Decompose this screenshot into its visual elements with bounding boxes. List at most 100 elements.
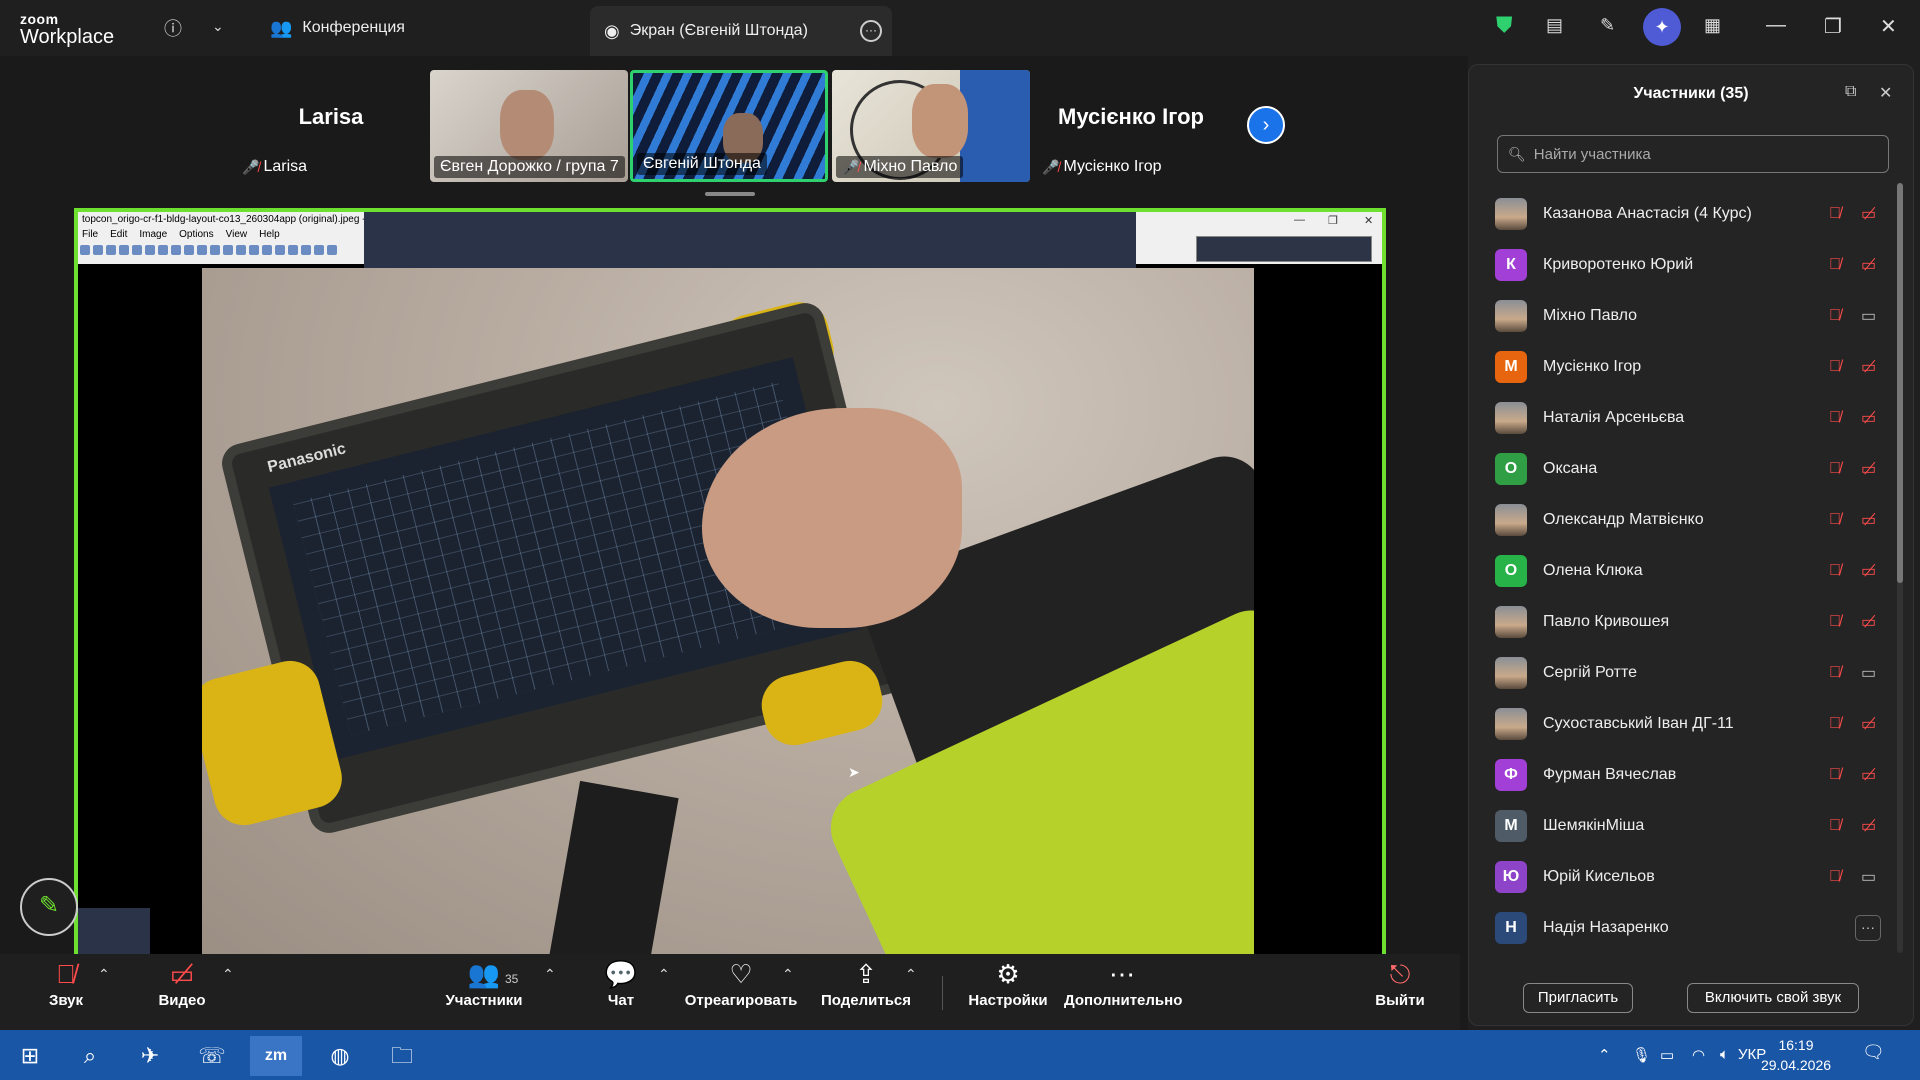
scrollbar[interactable] — [1897, 183, 1903, 953]
leave-button[interactable]: ⎋ Выйти — [1372, 954, 1428, 1030]
mic-muted-icon: 🎤̸ — [842, 159, 860, 175]
participant-name: Наталія Арсеньєва — [1543, 409, 1685, 426]
video-tile-shtonda[interactable]: Євгеній Штонда — [630, 70, 828, 182]
camera-off-icon: ▭̸ — [169, 959, 195, 989]
notes-icon[interactable]: ▤ — [1546, 15, 1563, 36]
mic-muted-icon: 🎙̸ — [1829, 460, 1841, 477]
heart-icon: ♡ — [729, 959, 753, 989]
invite-button[interactable]: Пригласить — [1523, 983, 1633, 1013]
unmute-self-button[interactable]: Включить свой звук — [1687, 983, 1859, 1013]
participant-row[interactable]: Казанова Анастасія (4 Курс) 🎙̸ ▭̸ — [1469, 189, 1901, 239]
camera-off-icon: ▭̸ — [1861, 410, 1877, 427]
participant-row[interactable]: Міхно Павло 🎙̸ ▭ — [1469, 291, 1901, 341]
search-icon[interactable]: ⌕ — [64, 1036, 116, 1076]
next-page-button[interactable]: › — [1247, 106, 1285, 144]
annotate-pen-button[interactable]: ✎ — [20, 878, 78, 936]
react-options-caret[interactable]: ⌃ — [782, 966, 794, 983]
participant-row[interactable]: Сергій Ротте 🎙̸ ▭ — [1469, 648, 1901, 698]
video-options-caret[interactable]: ⌃ — [222, 966, 234, 983]
video-button[interactable]: ▭̸ Видео — [150, 954, 214, 1030]
participant-name: Павло Кривошея — [1543, 613, 1670, 630]
info-icon[interactable]: ⓘ — [164, 15, 182, 41]
participants-button[interactable]: 👥 Участники — [440, 954, 528, 1030]
participants-options-caret[interactable]: ⌃ — [544, 966, 556, 983]
clock[interactable]: 16:19 29.04.2026 — [1752, 1035, 1840, 1075]
wifi-icon[interactable]: ◠ — [1692, 1046, 1705, 1064]
react-button[interactable]: ♡ Отреагировать — [684, 954, 798, 1030]
pencil-icon: ✎ — [38, 892, 60, 919]
mic-muted-icon: 🎙̸ — [1829, 205, 1841, 222]
viber-icon[interactable]: ☏ — [186, 1036, 238, 1076]
share-screen-icon: ⇪ — [855, 959, 877, 989]
whiteboard-pen-icon[interactable]: ✎ — [1600, 15, 1615, 36]
participant-row[interactable]: Олександр Матвієнко 🎙̸ ▭̸ — [1469, 495, 1901, 545]
camera-off-icon: ▭̸ — [1861, 818, 1877, 835]
windows-start-icon[interactable]: ⊞ — [4, 1036, 56, 1076]
participant-row[interactable]: Сухоставський Іван ДГ-11 🎙̸ ▭̸ — [1469, 699, 1901, 749]
mic-muted-icon: 🎤̸ — [242, 159, 260, 175]
more-button[interactable]: ⋯ Дополнительно — [1064, 954, 1182, 1030]
participant-name: Казанова Анастасія (4 Курс) — [1543, 205, 1752, 222]
minimize-icon[interactable]: — — [1766, 14, 1786, 37]
participant-tile-larisa[interactable]: Larisa 🎤̸ Larisa — [232, 70, 430, 182]
microphone-tray-icon[interactable]: 🎙︎ — [1632, 1046, 1651, 1064]
camera-off-icon: ▭̸ — [1861, 614, 1877, 631]
person-silhouette — [912, 84, 968, 158]
chat-icon: 💬 — [604, 959, 638, 989]
battery-icon[interactable]: ▭ — [1660, 1046, 1674, 1064]
telegram-icon[interactable]: ✈ — [124, 1036, 176, 1076]
avatar: О — [1495, 555, 1527, 587]
apps-grid-icon[interactable]: ▦ — [1704, 15, 1721, 36]
audio-options-caret[interactable]: ⌃ — [98, 966, 110, 983]
viewer-minimize-icon: — — [1294, 214, 1305, 226]
tray-expand-icon[interactable]: ⌃ — [1598, 1046, 1611, 1064]
participant-name: Сухоставський Іван ДГ-11 — [1543, 715, 1734, 732]
zoom-taskbar-icon[interactable]: zm — [250, 1036, 302, 1076]
camera-off-icon: ▭̸ — [1861, 359, 1877, 376]
audio-button[interactable]: 🎙̸ Звук — [34, 954, 98, 1030]
participant-row[interactable]: Павло Кривошея 🎙̸ ▭̸ — [1469, 597, 1901, 647]
strip-resize-handle[interactable] — [705, 192, 755, 196]
shared-screen: topcon_origo-cr-f1-bldg-layout-co13_2603… — [74, 208, 1386, 954]
participant-row[interactable]: М ШемякінМіша 🎙̸ ▭̸ — [1469, 801, 1901, 851]
self-view-thumbnail[interactable] — [78, 908, 150, 954]
chat-options-caret[interactable]: ⌃ — [658, 966, 670, 983]
participant-row[interactable]: К Криворотенко Юрий 🎙̸ ▭̸ — [1469, 240, 1901, 290]
notification-icon[interactable]: 🗨︎ — [1862, 1042, 1885, 1063]
participant-tile-musiienko[interactable]: Мусієнко Ігор 🎤̸ Мусієнко Ігор — [1032, 70, 1230, 182]
participant-search[interactable]: 🔍︎ — [1497, 135, 1889, 173]
participant-name: Олександр Матвієнко — [1543, 511, 1704, 528]
volume-icon[interactable]: 🔈︎ — [1720, 1046, 1729, 1063]
share-button[interactable]: ⇪ Поделиться — [820, 954, 912, 1030]
settings-button[interactable]: ⚙ Настройки — [966, 954, 1050, 1030]
share-options-caret[interactable]: ⌃ — [905, 966, 917, 983]
camera-off-icon: ▭̸ — [1861, 512, 1877, 529]
security-shield-icon[interactable]: ⛊ — [1496, 12, 1513, 38]
close-panel-icon[interactable]: ✕ — [1879, 83, 1892, 103]
participant-row[interactable]: М Мусієнко Ігор 🎙̸ ▭̸ — [1469, 342, 1901, 392]
more-options-icon[interactable]: ··· — [1855, 915, 1881, 941]
participant-row[interactable]: О Олена Клюка 🎙̸ ▭̸ — [1469, 546, 1901, 596]
participant-name: Юрій Кисельов — [1543, 868, 1655, 885]
participant-row[interactable]: Н Надія Назаренко ··· — [1469, 903, 1901, 953]
video-tile-mikhno[interactable]: 🎤̸ Міхно Павло — [832, 70, 1030, 182]
ai-companion-icon[interactable]: ✦ — [1643, 8, 1681, 46]
mic-muted-icon: 🎙̸ — [1829, 562, 1841, 579]
video-tile-dorozhko[interactable]: Євген Дорожко / група 7 — [430, 70, 628, 182]
chrome-icon[interactable]: ◍ — [314, 1036, 366, 1076]
chevron-down-icon[interactable]: ⌄ — [212, 18, 224, 35]
pop-out-icon[interactable]: ⧉ — [1845, 83, 1856, 101]
file-explorer-icon[interactable]: 🗀 — [376, 1036, 428, 1076]
tab-conference[interactable]: 👥 Конференция — [270, 0, 405, 56]
search-input[interactable] — [1533, 145, 1874, 163]
restore-icon[interactable]: ❐ — [1824, 14, 1842, 39]
participant-row[interactable]: Ю Юрій Кисельов 🎙̸ ▭ — [1469, 852, 1901, 902]
close-icon[interactable]: ✕ — [1880, 14, 1897, 39]
tab-screen-share[interactable]: ◉ Экран (Євгеній Штонда) ··· — [590, 6, 892, 56]
participant-row[interactable]: Наталія Арсеньєва 🎙̸ ▭̸ — [1469, 393, 1901, 443]
more-options-icon[interactable]: ··· — [860, 20, 882, 42]
participant-row[interactable]: О Оксана 🎙̸ ▭̸ — [1469, 444, 1901, 494]
participant-row[interactable]: Ф Фурман Вячеслав 🎙̸ ▭̸ — [1469, 750, 1901, 800]
chat-button[interactable]: 💬 Чат — [596, 954, 646, 1030]
chevron-right-icon: › — [1262, 114, 1270, 136]
